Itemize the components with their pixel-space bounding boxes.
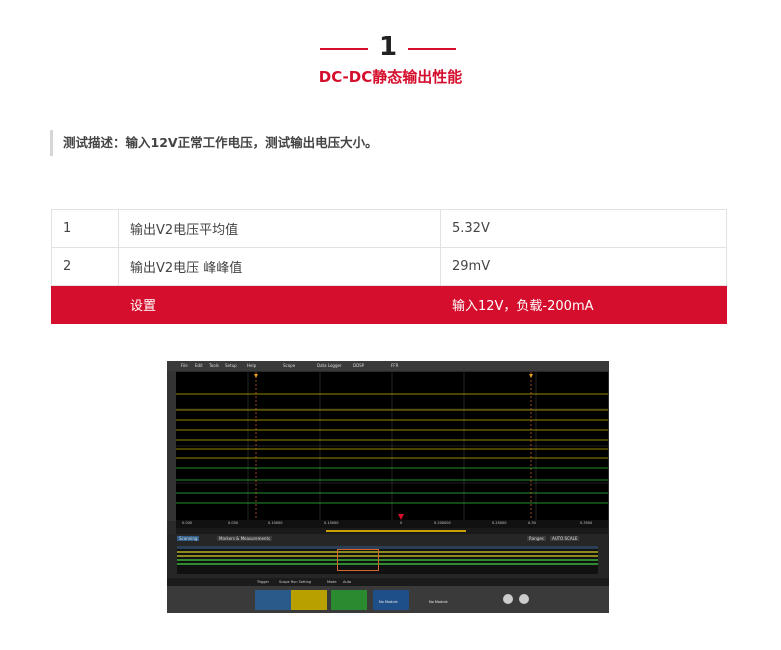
row-value: 29mV (440, 247, 727, 286)
row-value: 输入12V，负载-200mA (440, 285, 727, 324)
table-row: 2 输出V2电压 峰峰值 29mV (51, 247, 727, 286)
axis-tick: 0.30 (528, 521, 536, 525)
scope-waveform-display (176, 372, 608, 520)
run-button-icon[interactable] (503, 594, 513, 604)
axis-tick: 0.3500 (580, 521, 593, 525)
test-description: 测试描述：输入12V正常工作电压，测试输出电压大小。 (50, 130, 378, 156)
axis-tick: 0.10000 (268, 521, 283, 525)
ranges-button[interactable]: Ranges (527, 536, 546, 541)
scope-status-bar: Trigger Scope Run Setting Mode Auto (167, 578, 609, 586)
cursor-a-icon (254, 374, 258, 378)
row-item: 输出V2电压 峰峰值 (118, 247, 441, 286)
channel-control-yellow[interactable] (291, 590, 327, 610)
menu-scope: Scope (283, 363, 296, 368)
section-number: 1 (378, 32, 398, 62)
row-item: 输出V2电压平均值 (118, 209, 441, 248)
row-value: 5.32V (440, 209, 727, 248)
scope-channel-controls: No Module No Module (167, 586, 609, 613)
menu-help: Help (247, 363, 257, 368)
tab-scanning[interactable]: Scanning (177, 536, 200, 541)
highlighted-measurement-cell (337, 549, 379, 571)
row-item: 设置 (118, 285, 441, 324)
menu-tools: Tools (209, 363, 219, 368)
section-title: DC-DC静态输出性能 (318, 68, 463, 86)
mode-value[interactable]: Auto (343, 580, 351, 584)
oscilloscope-screenshot: File Edit Tools Setup Help Scope Data Lo… (167, 361, 609, 613)
mode-label: Mode (327, 580, 337, 584)
menu-file: File (181, 363, 188, 368)
axis-tick: 0.050 (228, 521, 239, 525)
measurement-panel: Scanning Markers & Measurements Ranges A… (167, 534, 609, 578)
trigger-label: Trigger (257, 580, 270, 584)
spec-table: 1 输出V2电压平均值 5.32V 2 输出V2电压 峰峰值 29mV 设置 输… (51, 209, 727, 324)
auto-scale-button[interactable]: AUTO SCALE (550, 536, 580, 541)
row-index: 1 (51, 209, 119, 248)
menu-ddsp: DDSP (353, 363, 365, 368)
cursor-b-icon (529, 374, 533, 378)
measurement-table (177, 546, 598, 574)
table-row: 1 输出V2电压平均值 5.32V (51, 209, 727, 248)
module-label: No Module (429, 600, 448, 604)
channel-control-blue[interactable] (255, 590, 291, 610)
channel-control-green[interactable] (331, 590, 367, 610)
menu-data-logger: Data Logger (317, 363, 342, 368)
tab-markers-measurements[interactable]: Markers & Measurements (217, 536, 273, 541)
module-label: No Module (379, 600, 398, 604)
row-index (51, 285, 119, 324)
stop-button-icon[interactable] (519, 594, 529, 604)
axis-tick: 0.200000 (434, 521, 451, 525)
section-number-row: 1 (0, 32, 781, 62)
time-axis: 0.000 0.050 0.10000 0.15000 0 0.200000 0… (176, 520, 608, 528)
row-index: 2 (51, 247, 119, 286)
axis-tick: 0.15000 (324, 521, 339, 525)
axis-tick: 0.25000 (492, 521, 507, 525)
right-divider-line (408, 48, 456, 50)
menu-ffr: FFR (391, 363, 399, 368)
menu-setup: Setup (225, 363, 237, 368)
table-row-highlight: 设置 输入12V，负载-200mA (51, 285, 727, 324)
scope-menubar: File Edit Tools Setup Help Scope Data Lo… (167, 361, 609, 371)
scope-side-toolbar (167, 371, 176, 521)
axis-tick: 0.000 (182, 521, 193, 525)
trigger-setting[interactable]: Scope Run Setting (279, 580, 311, 584)
menu-edit: Edit (195, 363, 203, 368)
axis-tick: 0 (400, 521, 403, 525)
